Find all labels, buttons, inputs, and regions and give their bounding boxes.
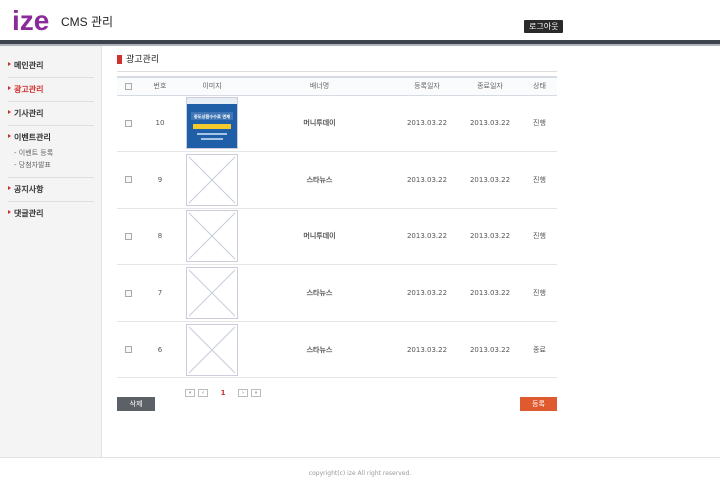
select-all-cell [117,76,139,96]
sidebar-subitem-winners[interactable]: - 당첨자발표 [14,159,94,171]
row-image-cell [181,264,243,322]
ad-table: 번호 이미지 배너명 등록일자 종료일자 상태 10 중도상환수수료 면제 머니… [117,76,557,379]
sidebar-item-main[interactable]: 메인관리 [8,54,94,78]
row-checkbox[interactable] [124,346,132,354]
sidebar-item-articles[interactable]: 기사관리 [8,102,94,126]
sidebar-item-events[interactable]: 이벤트관리 - 이벤트 등록 - 당첨자발표 [8,126,94,178]
row-select-cell [117,321,139,379]
row-image-cell [181,321,243,379]
row-status: 진행 [522,264,557,322]
cms-title: CMS 관리 [61,15,114,29]
row-checkbox[interactable] [124,176,132,184]
header-bar-accent [0,44,720,46]
row-reg-date: 2013.03.22 [396,151,458,209]
row-select-cell [117,151,139,209]
svg-text:중도상환수수료 면제: 중도상환수수료 면제 [194,113,230,120]
row-select-cell [117,95,139,153]
prev-page-button[interactable]: ‹ [198,389,208,397]
row-number: 7 [139,264,181,322]
row-image-cell [181,208,243,266]
column-header: 번호 [139,76,181,96]
arrow-right-icon [8,210,11,214]
row-end-date: 2013.03.22 [458,95,522,153]
row-banner-name[interactable]: 머니투데이 [243,95,396,153]
sidebar: 메인관리 광고관리 기사관리 이벤트관리 - 이벤트 등록 - 당첨자발표 공지… [0,46,102,457]
sidebar-item-comments[interactable]: 댓글관리 [8,202,94,225]
row-select-cell [117,264,139,322]
arrow-right-icon [8,110,11,114]
logout-button[interactable]: 로그아웃 [524,20,564,33]
row-number: 10 [139,95,181,153]
row-end-date: 2013.03.22 [458,151,522,209]
row-end-date: 2013.03.22 [458,321,522,379]
arrow-right-icon [8,62,11,66]
table-row[interactable]: 9 스타뉴스 2013.03.22 2013.03.22 진행 [117,151,557,209]
table-body: 10 중도상환수수료 면제 머니투데이 2013.03.22 2013.03.2… [117,95,557,379]
row-checkbox[interactable] [124,289,132,297]
table-header-row: 번호 이미지 배너명 등록일자 종료일자 상태 [117,76,557,96]
title-divider [117,71,557,72]
table-row[interactable]: 10 중도상환수수료 면제 머니투데이 2013.03.22 2013.03.2… [117,95,557,153]
row-reg-date: 2013.03.22 [396,95,458,153]
sidebar-menu: 메인관리 광고관리 기사관리 이벤트관리 - 이벤트 등록 - 당첨자발표 공지… [0,46,101,225]
column-header: 배너명 [243,76,396,96]
image-placeholder-icon[interactable] [186,153,238,206]
row-checkbox[interactable] [124,119,132,127]
row-number: 8 [139,208,181,266]
sidebar-subitem-event-register[interactable]: - 이벤트 등록 [14,147,94,159]
row-reg-date: 2013.03.22 [396,264,458,322]
row-banner-name[interactable]: 스타뉴스 [243,264,396,322]
header: ize CMS 관리 로그아웃 [0,0,720,40]
column-header: 상태 [522,76,557,96]
row-image-cell [181,151,243,209]
image-placeholder-icon[interactable] [186,267,238,320]
image-placeholder-icon[interactable] [186,210,238,263]
row-select-cell [117,208,139,266]
table-row[interactable]: 8 머니투데이 2013.03.22 2013.03.22 진행 [117,208,557,266]
current-page-number[interactable]: 1 [211,389,235,397]
pagination: « ‹ 1 › » [185,388,261,398]
first-page-button[interactable]: « [185,389,195,397]
register-button[interactable]: 등록 [520,397,557,411]
column-header: 이미지 [181,76,243,96]
row-reg-date: 2013.03.22 [396,321,458,379]
ize-logo[interactable]: ize [12,5,54,35]
column-header: 종료일자 [458,76,522,96]
row-image-cell: 중도상환수수료 면제 [181,95,243,153]
footer: copyright(c) ize All right reserved. [0,457,720,504]
sidebar-item-ads[interactable]: 광고관리 [8,78,94,102]
row-status: 진행 [522,95,557,153]
arrow-right-icon [8,134,11,138]
row-number: 6 [139,321,181,379]
table-row[interactable]: 6 스타뉴스 2013.03.22 2013.03.22 종료 [117,321,557,379]
select-all-checkbox[interactable] [124,82,132,90]
ad-banner-image[interactable]: 중도상환수수료 면제 [186,97,238,150]
row-status: 진행 [522,151,557,209]
row-banner-name[interactable]: 머니투데이 [243,208,396,266]
row-reg-date: 2013.03.22 [396,208,458,266]
image-placeholder-icon[interactable] [186,323,238,376]
delete-button[interactable]: 삭제 [117,397,155,411]
row-end-date: 2013.03.22 [458,264,522,322]
arrow-right-icon [8,86,11,90]
svg-text:ize: ize [12,5,49,35]
row-end-date: 2013.03.22 [458,208,522,266]
row-number: 9 [139,151,181,209]
copyright-text: copyright(c) ize All right reserved. [308,470,412,477]
row-status: 진행 [522,208,557,266]
last-page-button[interactable]: » [251,389,261,397]
sidebar-submenu-events: - 이벤트 등록 - 당첨자발표 [14,143,94,171]
row-status: 종료 [522,321,557,379]
title-mark-icon [117,55,122,64]
row-banner-name[interactable]: 스타뉴스 [243,321,396,379]
arrow-right-icon [8,186,11,190]
sidebar-item-notices[interactable]: 공지사항 [8,178,94,202]
table-row[interactable]: 7 스타뉴스 2013.03.22 2013.03.22 진행 [117,264,557,322]
column-header: 등록일자 [396,76,458,96]
next-page-button[interactable]: › [238,389,248,397]
row-checkbox[interactable] [124,232,132,240]
row-banner-name[interactable]: 스타뉴스 [243,151,396,209]
page-title: 광고관리 [117,54,159,66]
